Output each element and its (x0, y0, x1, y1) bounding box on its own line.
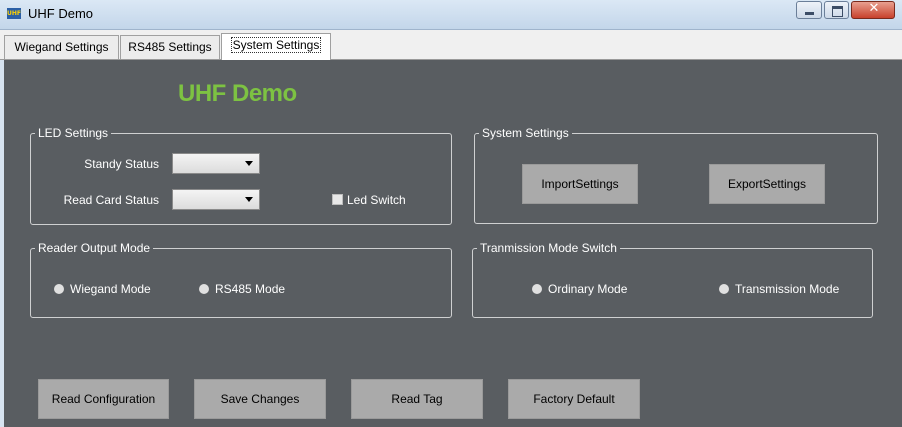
rs485-mode-radio[interactable] (199, 284, 209, 294)
system-settings-panel: UHF Demo LED Settings Standy Status Read… (4, 60, 902, 427)
app-icon: UHF (7, 8, 21, 19)
group-title: Tranmission Mode Switch (477, 240, 620, 256)
transmission-mode-radio[interactable] (719, 284, 729, 294)
import-settings-button[interactable]: ImportSettings (522, 164, 638, 204)
led-switch-label: Led Switch (347, 193, 406, 207)
wiegand-mode-label: Wiegand Mode (70, 282, 151, 296)
minimize-button[interactable] (796, 1, 822, 19)
led-settings-group: LED Settings Standy Status Read Card Sta… (30, 125, 452, 225)
group-title: LED Settings (35, 125, 112, 141)
ordinary-mode-label: Ordinary Mode (548, 282, 628, 296)
tab-label: Wiegand Settings (14, 40, 109, 54)
read-card-status-label: Read Card Status (63, 193, 159, 207)
read-tag-button[interactable]: Read Tag (351, 379, 483, 419)
group-title: Reader Output Mode (35, 240, 154, 256)
led-switch-checkbox[interactable] (332, 194, 343, 205)
wiegand-mode-radio[interactable] (54, 284, 64, 294)
standby-status-select[interactable] (172, 153, 260, 174)
tab-wiegand-settings[interactable]: Wiegand Settings (4, 35, 119, 59)
reader-output-mode-group: Reader Output Mode Wiegand Mode RS485 Mo… (30, 240, 452, 318)
tab-strip: Wiegand Settings RS485 Settings System S… (0, 30, 902, 60)
transmission-mode-label: Transmission Mode (735, 282, 840, 296)
save-changes-button[interactable]: Save Changes (194, 379, 326, 419)
transmission-mode-group: Tranmission Mode Switch Ordinary Mode Tr… (472, 240, 873, 318)
rs485-mode-label: RS485 Mode (215, 282, 286, 296)
factory-default-button[interactable]: Factory Default (508, 379, 640, 419)
read-card-status-select[interactable] (172, 189, 260, 210)
system-settings-group: System Settings ImportSettings ExportSet… (474, 125, 878, 224)
export-settings-button[interactable]: ExportSettings (709, 164, 825, 204)
close-icon: ✕ (868, 1, 880, 16)
logo-text: UHF Demo (178, 80, 297, 107)
close-button[interactable]: ✕ (851, 1, 895, 19)
title-bar: UHF UHF Demo ✕ (0, 0, 902, 30)
maximize-button[interactable] (824, 1, 849, 19)
read-configuration-button[interactable]: Read Configuration (38, 379, 169, 419)
tab-label: RS485 Settings (128, 40, 212, 54)
tab-label: System Settings (230, 37, 322, 53)
tab-rs485-settings[interactable]: RS485 Settings (120, 35, 220, 59)
ordinary-mode-radio[interactable] (532, 284, 542, 294)
tab-system-settings[interactable]: System Settings (221, 33, 331, 60)
window-title: UHF Demo (28, 6, 94, 21)
group-title: System Settings (479, 125, 572, 141)
standby-status-label: Standy Status (84, 157, 159, 171)
